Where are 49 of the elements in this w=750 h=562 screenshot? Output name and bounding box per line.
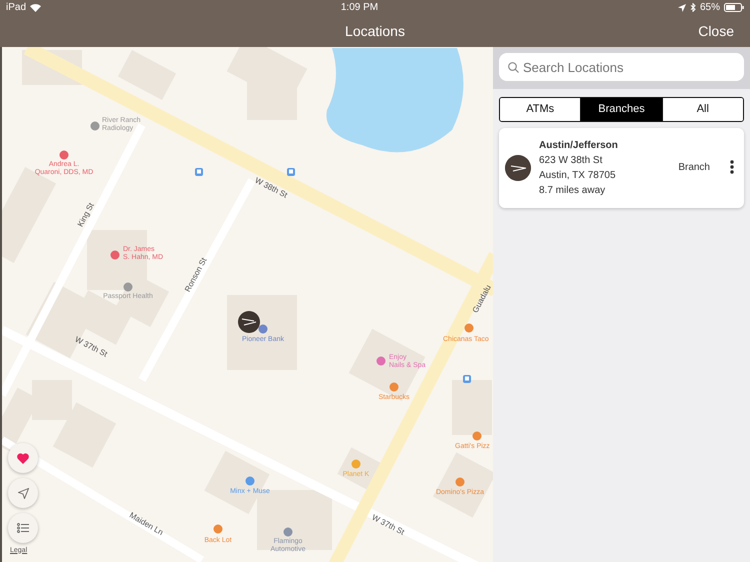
building — [452, 380, 492, 435]
locate-button[interactable] — [8, 478, 38, 508]
clock-time: 1:09 PM — [340, 1, 378, 15]
street-name: W 37th St — [370, 512, 406, 537]
device-name: iPad — [6, 1, 26, 15]
bus-stop-icon — [463, 375, 471, 383]
place-pin-icon[interactable] — [60, 150, 68, 160]
street-name: W 38th St — [253, 176, 289, 200]
bluetooth-icon — [690, 3, 696, 12]
heart-icon — [17, 452, 29, 464]
location-arrow-icon — [678, 4, 686, 12]
battery-icon — [724, 3, 744, 12]
location-card[interactable]: Austin/Jefferson 623 W 38th St Austin, TX 78705 8.7 miles away Branch — [499, 128, 744, 208]
address-line: 623 W 38th St — [539, 154, 604, 168]
street-name: King St — [76, 201, 96, 228]
street-name: W 37th St — [73, 334, 109, 359]
branch-logo-icon — [505, 154, 531, 180]
place-pin-icon[interactable] — [214, 524, 222, 534]
location-type: Branch — [678, 161, 710, 175]
place-pin-icon[interactable] — [376, 356, 386, 366]
battery-percent: 65% — [700, 1, 720, 15]
screen-title: Locations — [345, 22, 405, 40]
filter-tab[interactable]: All — [662, 98, 743, 120]
close-link[interactable]: Close — [698, 20, 734, 42]
filter-tab[interactable]: Branches — [580, 98, 662, 120]
wifi-icon — [30, 4, 42, 12]
filter-tab[interactable]: ATMs — [500, 98, 580, 120]
address-line: Austin, TX 78705 — [539, 168, 617, 182]
bus-stop-icon — [195, 168, 203, 176]
location-name: Austin/Jefferson — [539, 138, 619, 152]
list-button[interactable] — [8, 513, 38, 543]
favorite-button[interactable] — [8, 443, 38, 473]
search-field[interactable]: Search Locations — [499, 53, 744, 81]
place-pin-icon[interactable] — [246, 476, 254, 486]
place-pin-icon[interactable] — [472, 432, 482, 440]
kebab-menu-icon — [730, 160, 734, 174]
place-pin-icon[interactable] — [90, 122, 100, 130]
place-pin-icon[interactable] — [456, 478, 464, 486]
distance-text: 8.7 miles away — [539, 184, 606, 198]
place-pin-icon[interactable] — [284, 528, 292, 536]
branch-marker-icon[interactable] — [238, 311, 260, 333]
place-pin-icon[interactable] — [390, 382, 398, 392]
list-icon — [17, 523, 29, 533]
place-pin-icon[interactable] — [258, 324, 268, 334]
place-pin-icon[interactable] — [464, 324, 474, 332]
bus-stop-icon — [287, 168, 295, 176]
place-pin-icon[interactable] — [110, 250, 120, 260]
place-pin-icon[interactable] — [124, 282, 132, 292]
location-arrow-icon — [18, 488, 28, 498]
